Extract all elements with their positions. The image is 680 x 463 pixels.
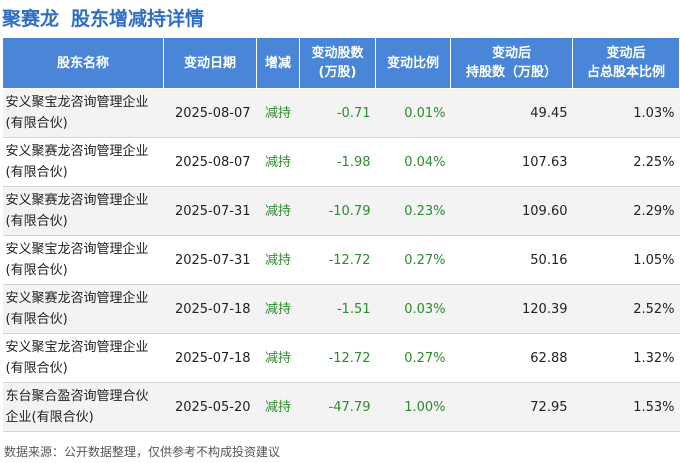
shareholder-change-table: 股东名称 变动日期 增减 变动股数 (万股) 变动比例 变动后 持股数（万股） 变动后 占总股本比… xyxy=(2,37,680,432)
change-ratio-cell: 1.00% xyxy=(375,382,451,432)
shares-after-cell: 107.63 xyxy=(450,137,573,187)
ratio-after-cell: 1.03% xyxy=(572,88,680,138)
shareholder-name-cell: 安义聚宝龙咨询管理企业(有限合伙) xyxy=(2,333,164,383)
table-body: 安义聚宝龙咨询管理企业(有限合伙) 2025-08-07 减持 -0.71 0.01% 4… xyxy=(2,88,680,432)
table-row: 安义聚宝龙咨询管理企业(有限合伙) 2025-08-07 减持 -0.71 0.01% 4… xyxy=(2,88,680,138)
title-bar: 聚赛龙 股东增减持详情 xyxy=(0,0,680,34)
change-date-cell: 2025-07-31 xyxy=(163,235,257,285)
change-shares-cell: -1.98 xyxy=(299,137,376,187)
change-date-cell: 2025-08-07 xyxy=(163,137,257,187)
shareholder-name-cell: 安义聚宝龙咨询管理企业(有限合伙) xyxy=(2,235,164,285)
shareholder-name-cell: 安义聚赛龙咨询管理企业(有限合伙) xyxy=(2,284,164,334)
column-header: 变动日期 xyxy=(163,37,257,89)
change-ratio-cell: 0.27% xyxy=(375,333,451,383)
ratio-after-cell: 1.05% xyxy=(572,235,680,285)
table-row: 安义聚赛龙咨询管理企业(有限合伙) 2025-07-31 减持 -10.79 0.23%… xyxy=(2,186,680,236)
shares-after-cell: 62.88 xyxy=(450,333,573,383)
shareholder-name-cell: 安义聚赛龙咨询管理企业(有限合伙) xyxy=(2,186,164,236)
ratio-after-cell: 1.32% xyxy=(572,333,680,383)
ratio-after-cell: 2.29% xyxy=(572,186,680,236)
column-header: 变动后 占总股本比例 xyxy=(572,37,680,89)
change-direction-cell: 减持 xyxy=(256,235,300,285)
change-direction-cell: 减持 xyxy=(256,284,300,334)
change-shares-cell: -12.72 xyxy=(299,235,376,285)
change-date-cell: 2025-07-31 xyxy=(163,186,257,236)
change-shares-cell: -12.72 xyxy=(299,333,376,383)
shareholder-name-cell: 安义聚赛龙咨询管理企业(有限合伙) xyxy=(2,137,164,187)
change-shares-cell: -47.79 xyxy=(299,382,376,432)
change-date-cell: 2025-07-18 xyxy=(163,333,257,383)
change-direction-cell: 减持 xyxy=(256,382,300,432)
shares-after-cell: 109.60 xyxy=(450,186,573,236)
change-date-cell: 2025-05-20 xyxy=(163,382,257,432)
ratio-after-cell: 2.25% xyxy=(572,137,680,187)
change-date-cell: 2025-07-18 xyxy=(163,284,257,334)
table-row: 安义聚赛龙咨询管理企业(有限合伙) 2025-08-07 减持 -1.98 0.04% 1… xyxy=(2,137,680,187)
column-header: 变动比例 xyxy=(375,37,451,89)
shareholder-name-cell: 安义聚宝龙咨询管理企业(有限合伙) xyxy=(2,88,164,138)
ratio-after-cell: 2.52% xyxy=(572,284,680,334)
table-row: 安义聚赛龙咨询管理企业(有限合伙) 2025-07-18 减持 -1.51 0.03% 1… xyxy=(2,284,680,334)
data-source-note: 数据来源：公开数据整理，仅供参考不构成投资建议 xyxy=(4,445,281,459)
change-date-cell: 2025-08-07 xyxy=(163,88,257,138)
change-ratio-cell: 0.03% xyxy=(375,284,451,334)
shares-after-cell: 50.16 xyxy=(450,235,573,285)
column-header: 增减 xyxy=(256,37,300,89)
table-header-row: 股东名称 变动日期 增减 变动股数 (万股) 变动比例 变动后 持股数（万股） 变动后 占总股本比… xyxy=(2,37,680,89)
table-row: 安义聚宝龙咨询管理企业(有限合伙) 2025-07-18 减持 -12.72 0.27%… xyxy=(2,333,680,383)
change-ratio-cell: 0.04% xyxy=(375,137,451,187)
company-name: 聚赛龙 xyxy=(2,7,60,30)
page-title: 股东增减持详情 xyxy=(71,7,205,30)
shares-after-cell: 49.45 xyxy=(450,88,573,138)
change-ratio-cell: 0.27% xyxy=(375,235,451,285)
change-ratio-cell: 0.01% xyxy=(375,88,451,138)
column-header: 变动后 持股数（万股） xyxy=(450,37,573,89)
column-header: 变动股数 (万股) xyxy=(299,37,376,89)
change-shares-cell: -1.51 xyxy=(299,284,376,334)
change-shares-cell: -0.71 xyxy=(299,88,376,138)
shares-after-cell: 72.95 xyxy=(450,382,573,432)
column-header: 股东名称 xyxy=(2,37,164,89)
ratio-after-cell: 1.53% xyxy=(572,382,680,432)
table-row: 东台聚合盈咨询管理合伙企业(有限合伙) 2025-05-20 减持 -47.79 1.0… xyxy=(2,382,680,432)
shares-after-cell: 120.39 xyxy=(450,284,573,334)
change-direction-cell: 减持 xyxy=(256,333,300,383)
table-row: 安义聚宝龙咨询管理企业(有限合伙) 2025-07-31 减持 -12.72 0.27%… xyxy=(2,235,680,285)
change-direction-cell: 减持 xyxy=(256,137,300,187)
change-ratio-cell: 0.23% xyxy=(375,186,451,236)
shareholder-name-cell: 东台聚合盈咨询管理合伙企业(有限合伙) xyxy=(2,382,164,432)
change-direction-cell: 减持 xyxy=(256,186,300,236)
change-shares-cell: -10.79 xyxy=(299,186,376,236)
change-direction-cell: 减持 xyxy=(256,88,300,138)
